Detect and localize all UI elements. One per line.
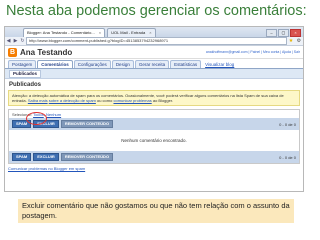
blogger-tabs: Postagem Comentários Configurações Desig… — [5, 59, 303, 69]
tab-design[interactable]: Design — [111, 60, 134, 68]
blogger-logo-icon[interactable]: B — [8, 47, 17, 57]
tab-configuracoes[interactable]: Configurações — [73, 60, 111, 68]
blog-name: Ana Testando — [20, 47, 73, 57]
spam-button[interactable]: SPAM — [12, 153, 32, 161]
learn-more-link[interactable]: Saiba mais — [28, 98, 48, 103]
forward-arrow-icon[interactable]: ▶ — [12, 38, 19, 44]
back-arrow-icon[interactable]: ◀ — [5, 38, 12, 44]
pagination-count: 0 - 0 de 0 — [279, 121, 296, 127]
empty-message: Nenhum comentário encontrado. — [121, 138, 187, 143]
report-spam-link[interactable]: Comunicar problemas no Blogger em spam — [8, 166, 300, 171]
remove-content-button[interactable]: REMOVER CONTEÚDO — [60, 153, 114, 161]
action-row-bottom: SPAM EXCLUIR REMOVER CONTEÚDO 0 - 0 de 0 — [9, 151, 299, 163]
spam-detection-link[interactable]: sobre a detecção de spam — [49, 98, 96, 103]
browser-tab-blogger[interactable]: Blogger: Ana Testando - Comentário... × — [23, 28, 106, 37]
delete-button[interactable]: EXCLUIR — [33, 153, 59, 161]
bookmark-star-icon[interactable]: ★ — [287, 38, 295, 44]
browser-tab-label: Blogger: Ana Testando - Comentário... — [27, 30, 95, 35]
window-controls: – ▢ × — [266, 29, 303, 37]
tab-postagem[interactable]: Postagem — [8, 60, 37, 68]
subtab-publicados[interactable]: Publicados — [9, 69, 42, 78]
section-title: Publicados — [9, 82, 42, 88]
blogger-header: B Ana Testando anakhoffmann@gmail.com | … — [5, 46, 303, 59]
browser-tab-bar: Blogger: Ana Testando - Comentário... × U… — [5, 27, 303, 37]
slide-caption: Excluir comentário que não gostamos ou q… — [18, 199, 294, 223]
subtab-bar: Publicados — [5, 69, 303, 79]
maximize-button[interactable]: ▢ — [278, 29, 289, 37]
notice-text: ou como — [97, 98, 113, 103]
comments-panel: Selecionar: Todos, Nenhum SPAM EXCLUIR R… — [8, 109, 300, 164]
close-icon[interactable]: × — [99, 30, 101, 35]
slide-title: Nesta aba podemos gerenciar os comentári… — [6, 3, 307, 19]
browser-tab-uol[interactable]: UOL Mail - Entrada × — [107, 28, 156, 37]
report-problems-link[interactable]: comunicar problemas — [113, 98, 151, 103]
browser-tab-label: UOL Mail - Entrada — [111, 30, 146, 35]
tab-estatisticas[interactable]: Estatísticas — [170, 60, 202, 68]
spam-notice: Atenção: a detecção automática de spam p… — [8, 90, 300, 106]
browser-screenshot: Blogger: Ana Testando - Comentário... × U… — [4, 26, 304, 192]
minimize-button[interactable]: – — [266, 29, 277, 37]
wrench-icon[interactable]: ⚙ — [295, 38, 303, 44]
tab-comentarios[interactable]: Comentários — [37, 60, 73, 68]
reload-icon[interactable]: ↻ — [19, 38, 26, 44]
view-blog-link[interactable]: Visualizar blog — [202, 61, 237, 68]
close-icon[interactable]: × — [149, 30, 151, 35]
highlight-circle — [26, 112, 47, 125]
select-line: Selecionar: Todos, Nenhum — [12, 112, 62, 117]
select-none-link[interactable]: Nenhum — [46, 112, 61, 117]
address-bar[interactable]: http://www.blogger.com/comment-published… — [26, 37, 287, 45]
user-links[interactable]: anakhoffmann@gmail.com | Painel | Meu co… — [206, 50, 300, 54]
notice-text: ao Blogger. — [152, 98, 174, 103]
action-row: SPAM EXCLUIR REMOVER CONTEÚDO 0 - 0 de 0 — [9, 118, 299, 130]
address-toolbar: ◀ ▶ ↻ http://www.blogger.com/comment-pub… — [5, 37, 303, 46]
remove-content-button[interactable]: REMOVER CONTEÚDO — [60, 120, 114, 128]
tab-gerar-receita[interactable]: Gerar receita — [134, 60, 170, 68]
close-window-button[interactable]: × — [290, 29, 301, 37]
pagination-count: 0 - 0 de 0 — [279, 154, 296, 160]
